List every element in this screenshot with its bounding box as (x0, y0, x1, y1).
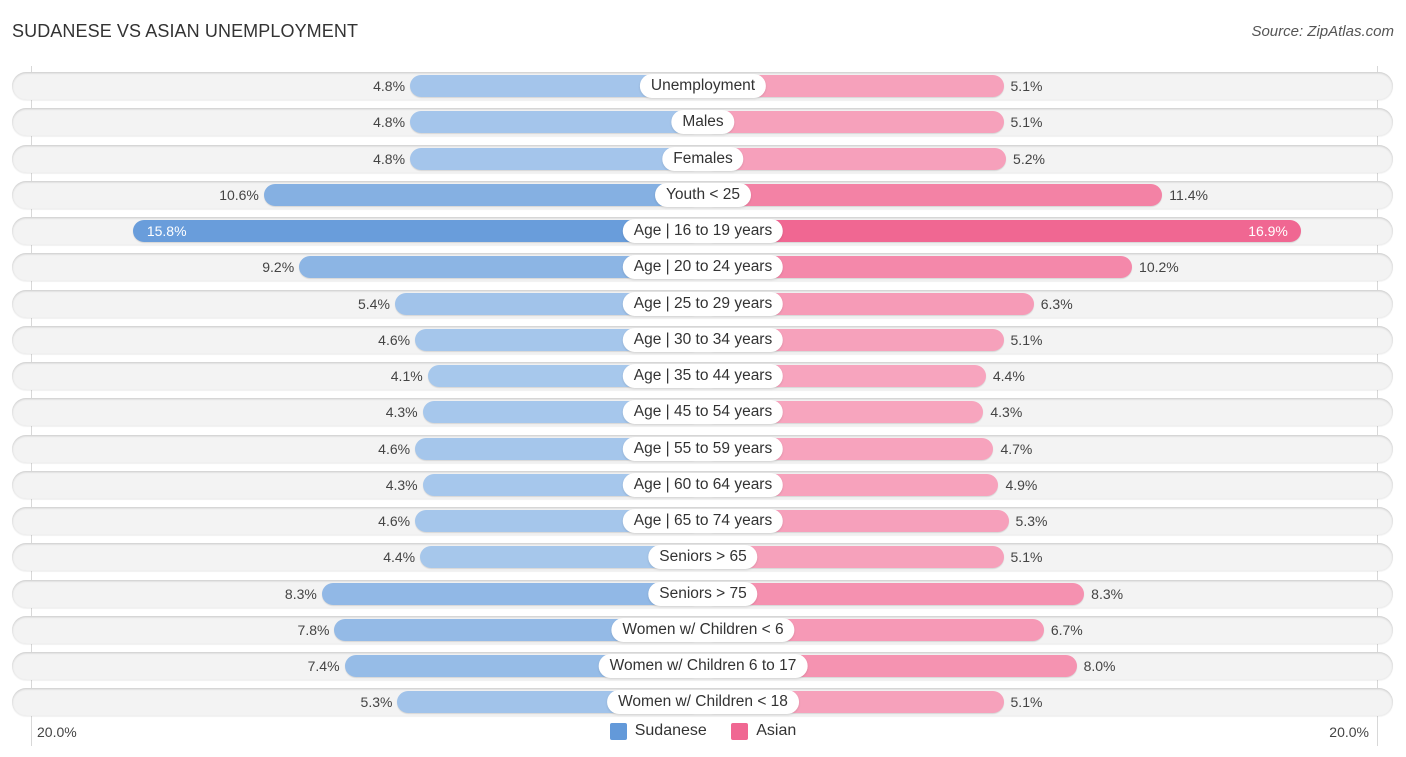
value-label-sudanese: 8.3% (284, 585, 317, 602)
category-label: Unemployment (639, 74, 767, 98)
value-label-asian: 5.1% (1010, 78, 1043, 94)
chart-row: 15.8% 16.9% Age | 16 to 19 years (12, 217, 1393, 245)
value-label-sudanese: 4.8% (373, 150, 406, 167)
value-label-sudanese: 10.6% (219, 186, 259, 203)
value-label-asian: 8.3% (1091, 585, 1124, 602)
value-label-sudanese: 7.8% (297, 621, 330, 638)
value-label-asian: 5.1% (1010, 549, 1043, 566)
value-label-asian: 5.2% (1013, 150, 1045, 167)
chart-row: 7.4% 8.0% Women w/ Children 6 to 17 (12, 652, 1393, 680)
category-label: Age | 25 to 29 years (622, 291, 784, 316)
value-label-asian: 5.1% (1010, 114, 1043, 131)
chart-row: 4.1% 4.4% Age | 35 to 44 years (12, 362, 1393, 390)
chart-row: 4.3% 4.3% Age | 45 to 54 years (12, 398, 1393, 427)
value-label-sudanese: 4.4% (383, 549, 416, 566)
bar-asian[interactable] (703, 183, 1163, 206)
chart-row: 4.4% 5.1% Seniors > 65 (12, 543, 1393, 572)
value-label-asian: 10.2% (1139, 259, 1179, 276)
category-label: Age | 55 to 59 years (622, 436, 784, 461)
value-label-sudanese: 7.4% (307, 658, 340, 674)
bar-sudanese[interactable] (410, 147, 703, 170)
category-label: Age | 30 to 34 years (622, 327, 784, 352)
value-label-sudanese: 4.6% (378, 513, 411, 529)
legend-swatch-asian (731, 722, 749, 740)
value-label-sudanese: 5.4% (358, 295, 390, 312)
category-label: Age | 60 to 64 years (622, 472, 784, 497)
value-label-sudanese: 4.8% (373, 114, 406, 131)
chart-row: 9.2% 10.2% Age | 20 to 24 years (12, 253, 1393, 282)
legend-item-sudanese[interactable]: Sudanese (609, 722, 707, 740)
chart-title: SUDANESE VS ASIAN UNEMPLOYMENT (12, 21, 359, 41)
category-label: Males (671, 110, 735, 135)
value-label-asian: 11.4% (1169, 186, 1208, 203)
category-label: Women w/ Children 6 to 17 (598, 654, 808, 678)
chart-row: 4.8% 5.2% Females (12, 144, 1393, 173)
chart-row: 4.6% 5.3% Age | 65 to 74 years (12, 507, 1393, 535)
bar-asian[interactable] (703, 111, 1004, 134)
value-label-asian: 5.3% (1015, 513, 1048, 529)
value-label-sudanese: 4.3% (385, 404, 418, 421)
chart-row: 7.8% 6.7% Women w/ Children < 6 (12, 615, 1393, 644)
category-label: Age | 20 to 24 years (622, 255, 784, 280)
value-label-asian: 5.1% (1010, 331, 1043, 348)
value-label-sudanese: 4.8% (373, 78, 406, 94)
category-label: Age | 16 to 19 years (622, 219, 784, 243)
legend-label-sudanese: Sudanese (634, 722, 707, 739)
chart-row: 10.6% 11.4% Youth < 25 (12, 180, 1393, 209)
value-label-asian: 4.7% (1000, 440, 1033, 457)
source-credit: Source: ZipAtlas.com (1251, 23, 1394, 40)
legend-label-asian: Asian (756, 722, 797, 739)
value-label-sudanese: 9.2% (262, 259, 295, 276)
category-label: Seniors > 75 (648, 581, 758, 606)
chart-row: 4.8% 5.1% Unemployment (12, 72, 1393, 100)
value-label-asian: 16.9% (1248, 223, 1288, 239)
category-label: Youth < 25 (655, 182, 751, 207)
value-label-sudanese: 4.3% (385, 476, 418, 493)
value-label-asian: 4.4% (992, 368, 1025, 384)
category-label: Women w/ Children < 6 (611, 617, 795, 642)
value-label-sudanese: 5.3% (360, 694, 393, 711)
chart-row: 5.3% 5.1% Women w/ Children < 18 (12, 688, 1393, 717)
bar-sudanese[interactable] (410, 111, 703, 134)
category-label: Age | 65 to 74 years (622, 509, 784, 533)
bar-sudanese[interactable] (321, 582, 703, 605)
bar-asian[interactable] (703, 220, 1301, 242)
value-label-sudanese: 4.1% (390, 368, 423, 384)
chart-row: 4.8% 5.1% Males (12, 108, 1393, 137)
value-label-asian: 4.9% (1005, 476, 1038, 493)
value-label-sudanese: 4.6% (378, 440, 411, 457)
category-label: Females (662, 146, 744, 171)
value-label-asian: 6.7% (1050, 621, 1083, 638)
chart-row: 4.3% 4.9% Age | 60 to 64 years (12, 470, 1393, 499)
category-label: Seniors > 65 (648, 545, 758, 570)
legend-item-asian[interactable]: Asian (731, 722, 796, 740)
chart-row: 4.6% 5.1% Age | 30 to 34 years (12, 325, 1393, 354)
bar-sudanese[interactable] (132, 220, 703, 242)
legend-swatch-sudanese (609, 722, 627, 740)
value-label-sudanese: 4.6% (378, 331, 411, 348)
category-label: Age | 45 to 54 years (622, 400, 784, 425)
value-label-sudanese: 15.8% (146, 223, 187, 239)
category-label: Women w/ Children < 18 (607, 690, 799, 715)
chart-row: 5.4% 6.3% Age | 25 to 29 years (12, 289, 1393, 318)
bar-asian[interactable] (703, 582, 1085, 605)
chart-row: 8.3% 8.3% Seniors > 75 (12, 579, 1393, 608)
value-label-asian: 8.0% (1083, 658, 1116, 674)
value-label-asian: 5.1% (1010, 694, 1043, 711)
chart-row: 4.6% 4.7% Age | 55 to 59 years (12, 434, 1393, 463)
legend: Sudanese Asian (0, 722, 1406, 745)
value-label-asian: 4.3% (990, 404, 1023, 421)
value-label-asian: 6.3% (1040, 295, 1073, 312)
bar-sudanese[interactable] (263, 183, 703, 206)
bar-asian[interactable] (703, 147, 1007, 170)
category-label: Age | 35 to 44 years (622, 364, 784, 388)
